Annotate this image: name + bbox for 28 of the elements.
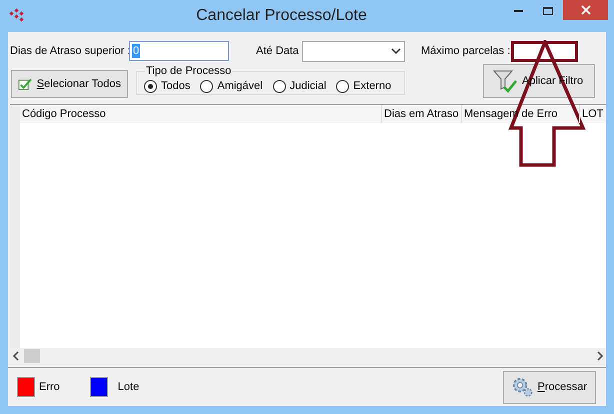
column-header[interactable]: Dias em Atraso	[382, 105, 462, 123]
radio-button[interactable]	[200, 80, 214, 93]
maximo-input[interactable]	[511, 40, 578, 62]
close-button[interactable]	[563, 0, 608, 20]
chevron-down-icon	[391, 48, 401, 54]
radio-option[interactable]: Judicial	[272, 78, 326, 94]
process-button[interactable]: Processar	[503, 370, 596, 404]
field-label: Máximo parcelas :	[421, 44, 511, 59]
gears-icon	[512, 375, 534, 399]
close-icon	[580, 5, 590, 15]
app-logo-icon	[8, 8, 26, 22]
select-all-button[interactable]: Selecionar Todos	[11, 70, 128, 98]
field-label: Até Data	[256, 44, 300, 59]
column-header[interactable]: LOT	[580, 105, 606, 123]
radio-button[interactable]	[272, 80, 286, 93]
radio-option[interactable]: Todos	[144, 78, 190, 94]
legend-label: Erro	[39, 380, 60, 395]
radio-option[interactable]: Externo	[336, 78, 392, 94]
checkbox-tick-icon	[18, 77, 33, 91]
radio-option[interactable]: Amigável	[200, 78, 263, 94]
group-title: Tipo de Processo	[145, 64, 232, 78]
scrollbar-thumb[interactable]	[24, 349, 40, 363]
column-header[interactable]: Código Processo	[20, 105, 382, 123]
funnel-icon	[492, 68, 518, 94]
radio-button[interactable]	[336, 80, 350, 93]
legend-label: Lote	[118, 380, 140, 395]
window-title: Cancelar Processo/Lote	[195, 6, 368, 26]
radio-button[interactable]	[144, 80, 157, 93]
